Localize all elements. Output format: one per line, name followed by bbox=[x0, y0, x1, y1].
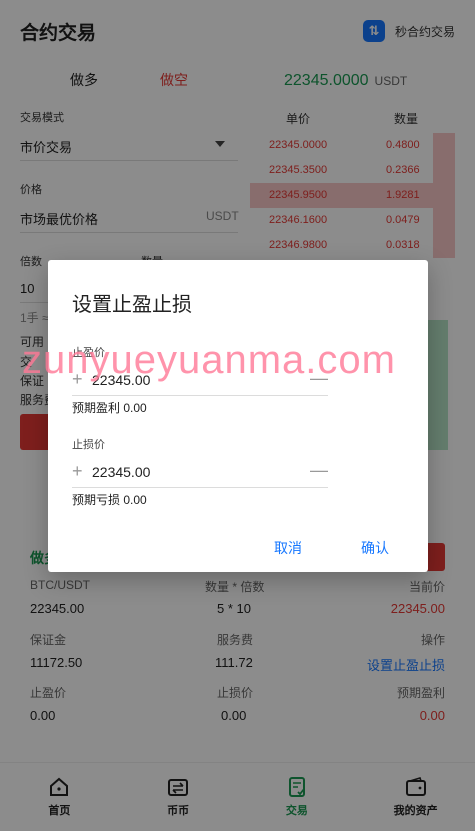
expected-profit-label: 预期盈利 bbox=[72, 401, 121, 415]
stop-loss-input[interactable]: 22345.00 bbox=[92, 464, 150, 480]
expected-loss-value: 0.00 bbox=[123, 493, 147, 507]
watermark: zunyueyuanma.com bbox=[22, 338, 396, 382]
stop-loss-stepper: + 22345.00 — bbox=[72, 458, 328, 488]
dialog-title: 设置止盈止损 bbox=[72, 294, 192, 316]
cancel-button[interactable]: 取消 bbox=[274, 538, 302, 558]
expected-profit: 预期盈利 0.00 bbox=[72, 399, 147, 416]
expected-loss-label: 预期亏损 bbox=[72, 493, 121, 507]
plus-icon[interactable]: + bbox=[72, 462, 83, 480]
sl-label: 止损价 bbox=[72, 439, 105, 451]
confirm-button[interactable]: 确认 bbox=[361, 538, 389, 558]
minus-icon[interactable]: — bbox=[310, 461, 328, 479]
expected-profit-value: 0.00 bbox=[123, 401, 147, 415]
expected-loss: 预期亏损 0.00 bbox=[72, 491, 147, 508]
tp-sl-dialog: 设置止盈止损 止盈价 + 22345.00 — 预期盈利 0.00 止损价 + … bbox=[48, 260, 428, 572]
